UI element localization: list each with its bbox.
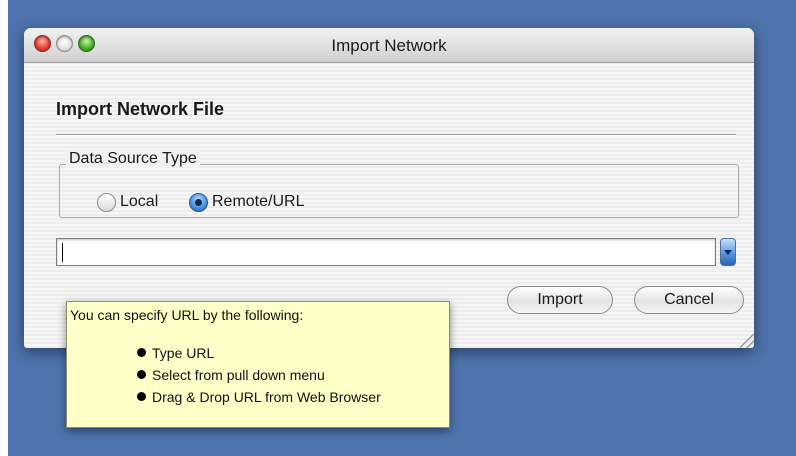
tooltip-title: You can specify URL by the following: [70, 307, 304, 323]
heading-divider [56, 134, 736, 136]
title-bar[interactable]: Import Network [24, 28, 754, 63]
local-radio[interactable] [97, 193, 116, 212]
local-radio-label[interactable]: Local [120, 193, 158, 211]
tooltip-item: Drag & Drop URL from Web Browser [137, 389, 381, 405]
tooltip-item-text: Type URL [152, 345, 215, 361]
text-caret [62, 243, 63, 262]
tooltip-item-text: Select from pull down menu [152, 367, 325, 383]
url-input[interactable] [56, 238, 716, 266]
data-source-group-label: Data Source Type [66, 150, 200, 168]
tooltip-item: Type URL [137, 345, 214, 361]
bullet-icon [137, 370, 146, 379]
bullet-icon [137, 348, 146, 357]
bullet-icon [137, 392, 146, 401]
chevron-down-icon [724, 250, 732, 255]
cancel-button[interactable]: Cancel [634, 286, 744, 314]
radio-selected-dot [195, 199, 202, 206]
tooltip-item-text: Drag & Drop URL from Web Browser [152, 389, 381, 405]
url-dropdown-button[interactable] [720, 238, 736, 266]
remote-url-radio-label[interactable]: Remote/URL [212, 193, 304, 211]
url-help-tooltip: You can specify URL by the following: Ty… [66, 301, 450, 428]
dialog-heading: Import Network File [56, 99, 225, 119]
remote-url-radio[interactable] [189, 193, 208, 212]
import-network-window: Import Network Import Network File Data … [24, 28, 754, 348]
import-button[interactable]: Import [507, 286, 613, 314]
tooltip-item: Select from pull down menu [137, 367, 325, 383]
resize-grip-icon[interactable] [740, 334, 754, 348]
data-source-group [59, 164, 739, 218]
window-title: Import Network [331, 36, 447, 55]
